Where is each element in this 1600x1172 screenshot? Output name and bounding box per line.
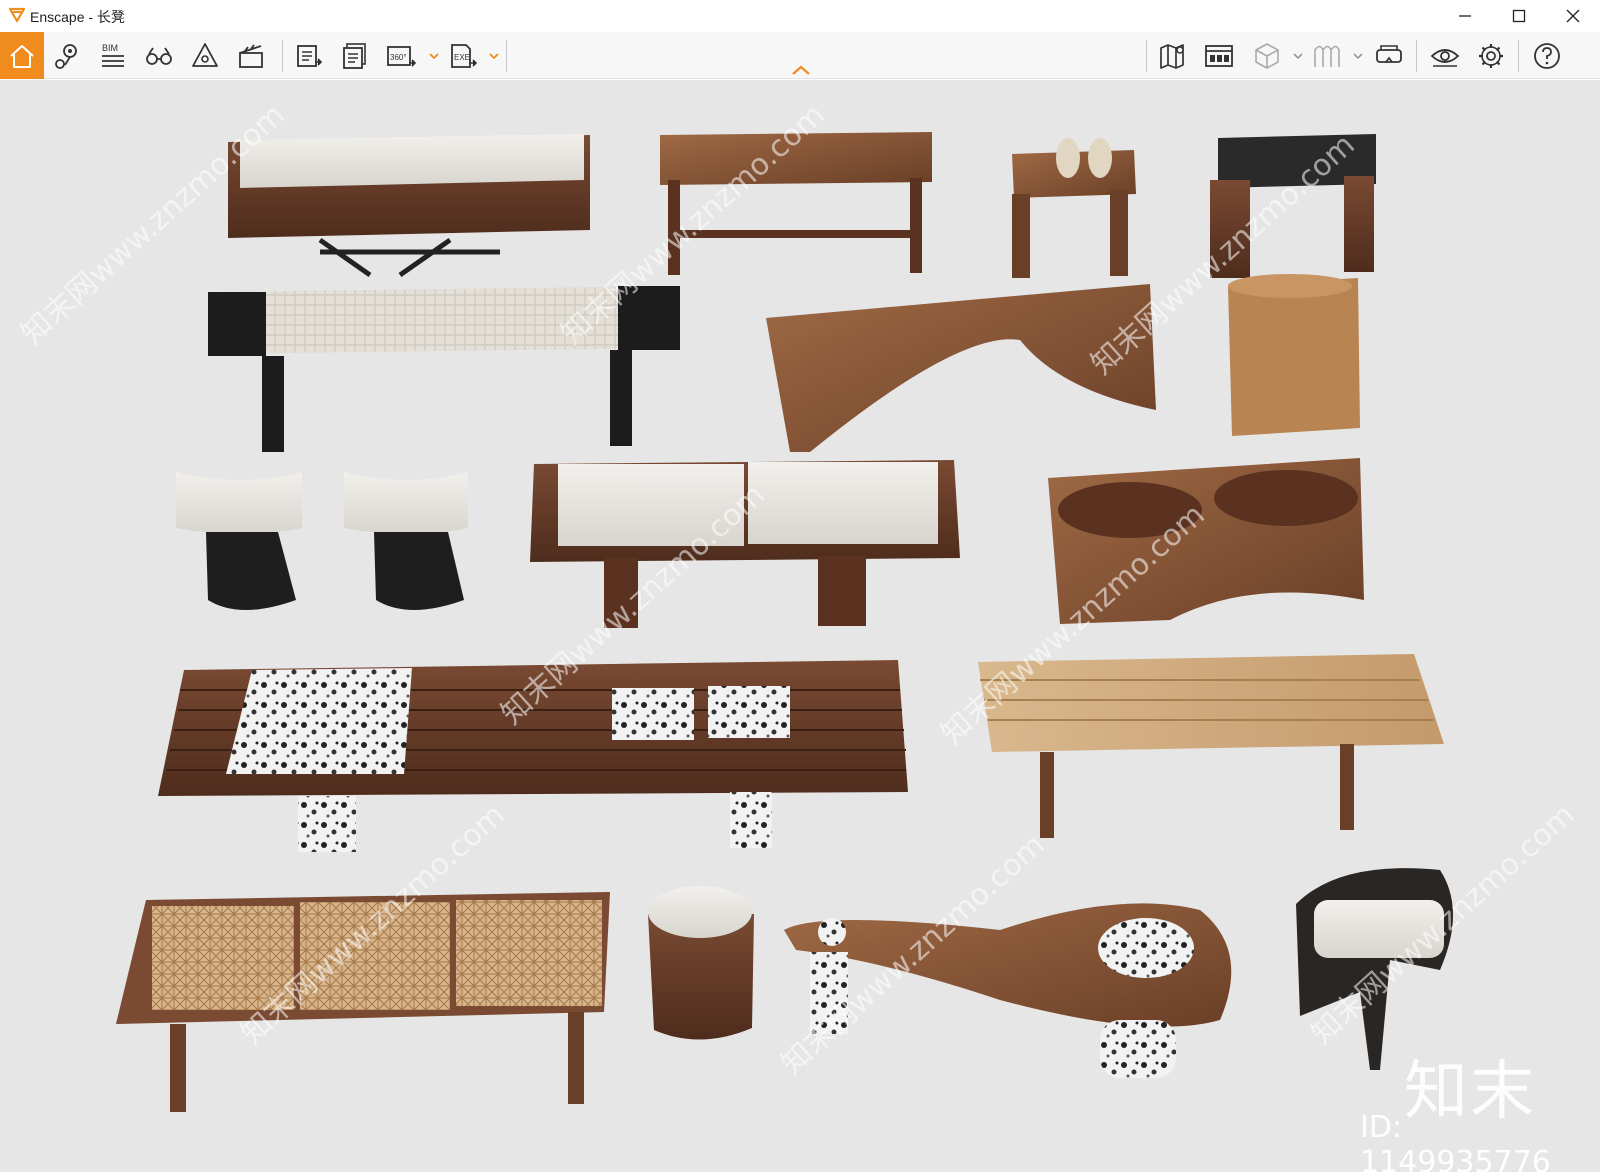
video-editor-button[interactable]: [230, 35, 272, 77]
minimize-button[interactable]: [1438, 0, 1492, 32]
close-icon: [1566, 9, 1580, 23]
home-icon: [10, 44, 34, 68]
bim-label: BIM: [102, 43, 118, 53]
close-button[interactable]: [1546, 0, 1600, 32]
cube-view-button[interactable]: [1246, 35, 1288, 77]
help-button[interactable]: [1526, 35, 1568, 77]
panorama-360-icon: 360°: [387, 46, 417, 67]
chevron-down-icon[interactable]: [1352, 50, 1364, 62]
location-pin-button[interactable]: [46, 35, 88, 77]
map-icon: [1160, 44, 1184, 69]
stool-black-cone-1: [176, 472, 302, 610]
binoculars-button[interactable]: [138, 35, 180, 77]
map-button[interactable]: [1152, 35, 1194, 77]
vr-headset-button[interactable]: [1368, 35, 1410, 77]
chevron-down-icon[interactable]: [1292, 50, 1304, 62]
settings-button[interactable]: [1470, 35, 1512, 77]
vr-headset-icon: [1376, 45, 1402, 63]
bim-icon: BIM: [102, 43, 124, 67]
view-button[interactable]: [1424, 35, 1466, 77]
watermark-id: ID: 1149935776: [1360, 1110, 1551, 1172]
collaboration-button[interactable]: [1306, 35, 1348, 77]
render-image-button[interactable]: [288, 35, 330, 77]
chevron-down-icon[interactable]: [488, 50, 500, 62]
batch-render-button[interactable]: [334, 35, 376, 77]
cube-view-icon: [1255, 43, 1279, 69]
stool-wood-with-slippers: [1012, 138, 1136, 278]
panorama-label: 360°: [390, 53, 407, 62]
visual-settings-button[interactable]: [184, 35, 226, 77]
render-image-icon: [297, 45, 323, 67]
bim-button[interactable]: BIM: [92, 35, 134, 77]
stool-wood-block: [1228, 274, 1360, 436]
toolbar-separator: [1146, 40, 1147, 72]
collapse-toolbar-icon[interactable]: [790, 63, 812, 77]
stool-black-cone-2: [344, 472, 468, 610]
eye-icon: [1430, 49, 1460, 67]
maximize-icon: [1512, 9, 1526, 23]
maximize-button[interactable]: [1492, 0, 1546, 32]
window-title: Enscape - 长凳: [30, 9, 125, 25]
chevron-down-icon[interactable]: [428, 50, 440, 62]
stool-fluted-round: [648, 886, 754, 1040]
bench-rope-woven: [978, 654, 1444, 838]
panorama-button[interactable]: 360°: [380, 35, 422, 77]
toolbar-separator: [1518, 40, 1519, 72]
export-exe-label: EXE: [454, 53, 470, 62]
asset-library-button[interactable]: [1198, 35, 1240, 77]
export-exe-button[interactable]: EXE: [442, 35, 484, 77]
settings-gear-icon: [1479, 44, 1503, 68]
render-viewport[interactable]: 知末网www.znzmo.com 知末网www.znzmo.com 知末网www…: [0, 80, 1600, 1172]
toolbar-separator: [1416, 40, 1417, 72]
binoculars-icon: [146, 47, 172, 65]
visual-settings-icon: [192, 43, 218, 67]
bench-upholstered-steel-base: [228, 134, 590, 278]
title-bar: Enscape - 长凳: [0, 0, 1600, 32]
minimize-icon: [1459, 15, 1471, 17]
collaboration-icon: [1314, 45, 1340, 67]
location-pin-icon: [55, 44, 77, 69]
clapperboard-icon: [239, 44, 263, 68]
enscape-logo-icon: [8, 7, 26, 23]
batch-render-icon: [343, 43, 366, 69]
asset-library-icon: [1205, 45, 1233, 67]
toolbar-separator: [282, 40, 283, 72]
help-icon: [1534, 43, 1560, 69]
toolbar-separator: [506, 40, 507, 72]
home-button[interactable]: [0, 32, 44, 79]
export-exe-icon: EXE: [451, 44, 478, 68]
